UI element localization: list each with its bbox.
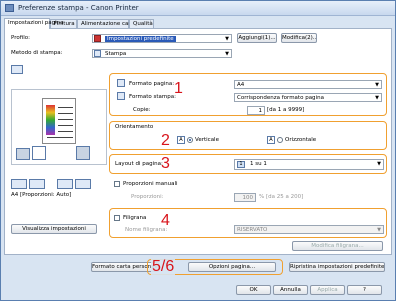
profile-select[interactable]: Impostazioni predefinite ▼ xyxy=(92,34,232,43)
chevron-down-icon: ▼ xyxy=(377,161,381,167)
printer-icon xyxy=(5,4,14,12)
chevron-down-icon: ▼ xyxy=(375,82,379,88)
layout-4-icon xyxy=(75,179,91,189)
layout-2-icon xyxy=(29,179,45,189)
chevron-down-icon: ▼ xyxy=(225,51,229,57)
dialog-footer: Formato carta personalizzato... 5/6 Opzi… xyxy=(1,257,395,300)
add-profile-button[interactable]: Aggiungi(1)... xyxy=(237,33,277,43)
output-size-select[interactable]: Corrispondenza formato pagina ▼ xyxy=(234,93,382,102)
page-setup-panel: Profilo: Impostazioni predefinite ▼ Aggi… xyxy=(4,28,392,255)
one-page-icon: 1 xyxy=(237,161,245,168)
page-size-value: A4 xyxy=(237,82,245,88)
copies-range: [da 1 a 9999] xyxy=(267,107,305,113)
profile-icon xyxy=(94,35,101,42)
modify-profile-button[interactable]: Modifica(2)... xyxy=(281,33,317,43)
copies-input[interactable]: 1 xyxy=(247,106,265,115)
apply-button[interactable]: Applica xyxy=(310,285,345,295)
output-method-select[interactable]: Stampa ▼ xyxy=(92,49,232,58)
portrait-radio[interactable] xyxy=(187,137,193,143)
printer-preferences-window: Preferenze stampa - Canon Printer Impost… xyxy=(0,0,396,301)
landscape-radio[interactable] xyxy=(277,137,283,143)
preview-text-line xyxy=(58,107,73,108)
ok-button[interactable]: OK xyxy=(236,285,271,295)
tab-page-setup[interactable]: Impostazioni pagina xyxy=(4,18,64,29)
profile-value: Impostazioni predefinite xyxy=(105,36,176,42)
watermark-checkbox[interactable] xyxy=(114,215,120,221)
chevron-down-icon: ▼ xyxy=(225,36,229,42)
output-size-value: Corrispondenza formato pagina xyxy=(237,95,324,101)
layout-3-icon xyxy=(57,179,73,189)
layout-1-icon xyxy=(11,179,27,189)
view-settings-button[interactable]: Visualizza impostazioni xyxy=(11,224,97,234)
preview-toggle-icon[interactable] xyxy=(11,65,23,74)
preview-page xyxy=(42,98,76,144)
profile-label: Profilo: xyxy=(11,35,30,41)
preview-text-line xyxy=(58,113,73,114)
watermark-name-select[interactable]: RISERVATO ▼ xyxy=(234,225,384,234)
preview-text-line xyxy=(58,125,73,126)
preview-color-image xyxy=(46,105,55,135)
callout-3: 3 xyxy=(161,155,170,172)
page-size-icon xyxy=(117,79,125,87)
manual-scaling-label: Proporzioni manuali xyxy=(123,181,178,187)
document-icon xyxy=(32,146,46,160)
paper-stack-icon xyxy=(16,148,30,160)
preview-text-line xyxy=(58,119,73,120)
watermark-name-value: RISERVATO xyxy=(237,227,268,233)
edit-watermark-button[interactable]: Modifica filigrana... xyxy=(292,241,383,251)
page-preview xyxy=(11,89,107,165)
preview-caption: A4 [Proporzioni: Auto] xyxy=(11,192,72,198)
help-button[interactable]: ? xyxy=(347,285,382,295)
landscape-icon: A xyxy=(267,136,275,144)
layout-label: Layout di pagina: xyxy=(115,161,163,167)
restore-defaults-button[interactable]: Ripristina impostazioni predefinite xyxy=(289,262,385,272)
page-options-button[interactable]: Opzioni pagina... xyxy=(188,262,276,272)
chevron-down-icon: ▼ xyxy=(375,95,379,101)
printer-small-icon xyxy=(94,50,101,57)
copies-value: 1 xyxy=(258,108,263,114)
landscape-label: Orizzontale xyxy=(285,137,317,143)
preview-text-line xyxy=(58,131,73,132)
title-bar: Preferenze stampa - Canon Printer xyxy=(1,1,395,16)
portrait-label: Verticale xyxy=(195,137,219,143)
page-size-label: Formato pagina: xyxy=(129,81,175,87)
portrait-icon: A xyxy=(177,136,185,144)
preview-text-line xyxy=(47,137,73,138)
cancel-button[interactable]: Annulla xyxy=(273,285,308,295)
watermark-label: Filigrana xyxy=(123,215,147,221)
chevron-down-icon: ▼ xyxy=(377,227,381,233)
duplex-icon xyxy=(76,146,90,160)
orientation-label: Orientamento xyxy=(115,124,154,130)
scaling-input[interactable]: 100 xyxy=(234,193,256,202)
layout-value: 1 su 1 xyxy=(250,161,267,167)
scaling-range: % [da 25 a 200] xyxy=(259,194,304,200)
callout-5-6: 5/6 xyxy=(151,258,176,275)
window-title: Preferenze stampa - Canon Printer xyxy=(18,4,139,12)
layout-select[interactable]: 1 1 su 1 ▼ xyxy=(234,159,384,170)
scaling-label: Proporzioni: xyxy=(131,194,164,200)
callout-2: 2 xyxy=(161,132,170,149)
output-size-icon xyxy=(117,92,125,100)
scaling-value: 100 xyxy=(242,195,254,201)
output-method-label: Metodo di stampa: xyxy=(11,50,63,56)
manual-scaling-checkbox[interactable] xyxy=(114,181,120,187)
output-size-label: Formato stampa: xyxy=(129,94,176,100)
output-method-value: Stampa xyxy=(105,51,127,57)
copies-label: Copie: xyxy=(133,107,151,113)
page-size-select[interactable]: A4 ▼ xyxy=(234,80,382,89)
watermark-name-label: Nome filigrana: xyxy=(125,227,168,233)
